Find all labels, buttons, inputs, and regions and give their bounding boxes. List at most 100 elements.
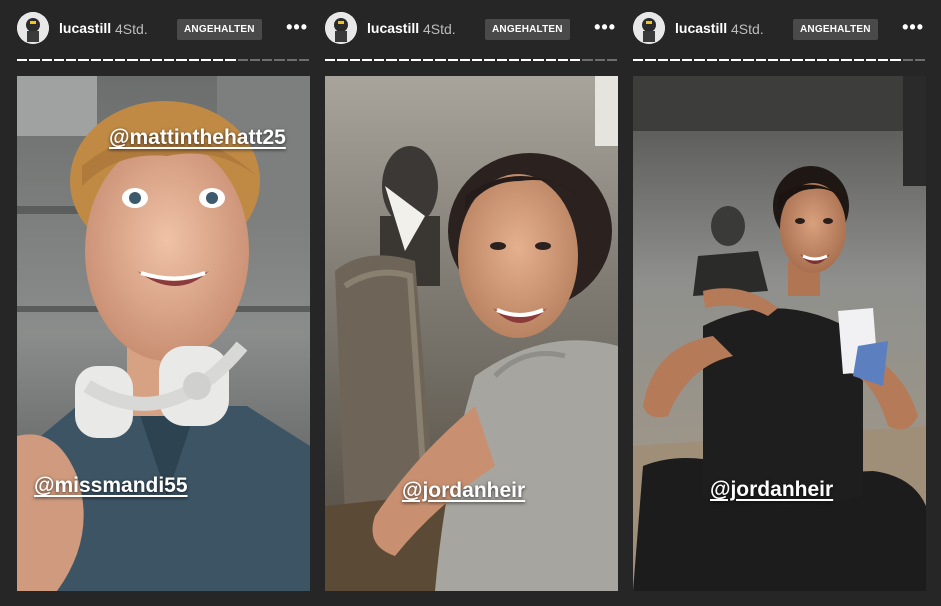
username[interactable]: lucastill — [367, 20, 419, 36]
progress-segment — [249, 59, 260, 61]
avatar[interactable] — [633, 12, 665, 44]
progress-segment — [225, 59, 236, 61]
progress-segment — [743, 59, 754, 61]
progress-segment — [447, 59, 458, 61]
progress-segment — [853, 59, 864, 61]
progress-segment — [804, 59, 815, 61]
progress-segment — [645, 59, 656, 61]
progress-segment — [286, 59, 297, 61]
story-photo[interactable]: @mattinthehatt25 @missmandi55 — [17, 76, 310, 591]
progress-segment — [325, 59, 336, 61]
progress-segment — [200, 59, 211, 61]
progress-segment — [410, 59, 421, 61]
paused-badge: ANGEHALTEN — [177, 19, 262, 40]
progress-segment — [337, 59, 348, 61]
progress-segment — [472, 59, 483, 61]
story-progress-bar — [633, 59, 925, 62]
story-header: lucastill 4Std. ANGEHALTEN ••• — [325, 10, 618, 50]
progress-segment — [816, 59, 827, 61]
progress-segment — [841, 59, 852, 61]
post-time: 4Std. — [115, 21, 148, 37]
progress-segment — [102, 59, 113, 61]
progress-segment — [657, 59, 668, 61]
progress-segment — [755, 59, 766, 61]
story-panel-2[interactable]: lucastill 4Std. ANGEHALTEN ••• @jordanhe… — [325, 0, 618, 606]
progress-segment — [66, 59, 77, 61]
progress-segment — [508, 59, 519, 61]
progress-segment — [669, 59, 680, 61]
progress-segment — [496, 59, 507, 61]
progress-segment — [298, 59, 309, 61]
username[interactable]: lucastill — [675, 20, 727, 36]
story-panel-1[interactable]: lucastill 4Std. ANGEHALTEN ••• @mattinth… — [17, 0, 310, 606]
progress-segment — [213, 59, 224, 61]
progress-segment — [767, 59, 778, 61]
mention-tag[interactable]: @missmandi55 — [34, 474, 188, 498]
progress-segment — [374, 59, 385, 61]
progress-segment — [780, 59, 791, 61]
story-progress-bar — [17, 59, 309, 62]
progress-segment — [484, 59, 495, 61]
progress-segment — [90, 59, 101, 61]
progress-segment — [557, 59, 568, 61]
progress-segment — [127, 59, 138, 61]
progress-segment — [865, 59, 876, 61]
progress-segment — [914, 59, 925, 61]
progress-segment — [435, 59, 446, 61]
progress-segment — [459, 59, 470, 61]
progress-segment — [115, 59, 126, 61]
avatar[interactable] — [325, 12, 357, 44]
progress-segment — [570, 59, 581, 61]
story-header: lucastill 4Std. ANGEHALTEN ••• — [17, 10, 310, 50]
progress-segment — [718, 59, 729, 61]
story-progress-bar — [325, 59, 617, 62]
progress-segment — [274, 59, 285, 61]
mention-tag[interactable]: @jordanheir — [710, 478, 833, 502]
progress-segment — [164, 59, 175, 61]
progress-segment — [902, 59, 913, 61]
progress-segment — [694, 59, 705, 61]
paused-badge: ANGEHALTEN — [793, 19, 878, 40]
progress-segment — [633, 59, 644, 61]
progress-segment — [533, 59, 544, 61]
story-photo[interactable]: @jordanheir — [633, 76, 926, 591]
story-photo[interactable]: @jordanheir — [325, 76, 618, 591]
progress-segment — [682, 59, 693, 61]
post-time: 4Std. — [731, 21, 764, 37]
progress-segment — [139, 59, 150, 61]
progress-segment — [792, 59, 803, 61]
progress-segment — [262, 59, 273, 61]
progress-segment — [423, 59, 434, 61]
story-panel-3[interactable]: lucastill 4Std. ANGEHALTEN ••• @jordanhe… — [633, 0, 926, 606]
more-options-icon[interactable]: ••• — [902, 18, 924, 36]
mention-tag[interactable]: @mattinthehatt25 — [109, 126, 286, 150]
progress-segment — [706, 59, 717, 61]
progress-segment — [53, 59, 64, 61]
progress-segment — [41, 59, 52, 61]
avatar[interactable] — [17, 12, 49, 44]
progress-segment — [521, 59, 532, 61]
progress-segment — [29, 59, 40, 61]
story-header: lucastill 4Std. ANGEHALTEN ••• — [633, 10, 926, 50]
more-options-icon[interactable]: ••• — [286, 18, 308, 36]
progress-segment — [237, 59, 248, 61]
progress-segment — [386, 59, 397, 61]
progress-segment — [582, 59, 593, 61]
username[interactable]: lucastill — [59, 20, 111, 36]
progress-segment — [594, 59, 605, 61]
progress-segment — [878, 59, 889, 61]
mention-tag[interactable]: @jordanheir — [402, 479, 525, 503]
progress-segment — [176, 59, 187, 61]
progress-segment — [731, 59, 742, 61]
post-time: 4Std. — [423, 21, 456, 37]
progress-segment — [829, 59, 840, 61]
more-options-icon[interactable]: ••• — [594, 18, 616, 36]
progress-segment — [78, 59, 89, 61]
progress-segment — [361, 59, 372, 61]
progress-segment — [17, 59, 28, 61]
progress-segment — [151, 59, 162, 61]
paused-badge: ANGEHALTEN — [485, 19, 570, 40]
progress-segment — [545, 59, 556, 61]
progress-segment — [188, 59, 199, 61]
progress-segment — [890, 59, 901, 61]
